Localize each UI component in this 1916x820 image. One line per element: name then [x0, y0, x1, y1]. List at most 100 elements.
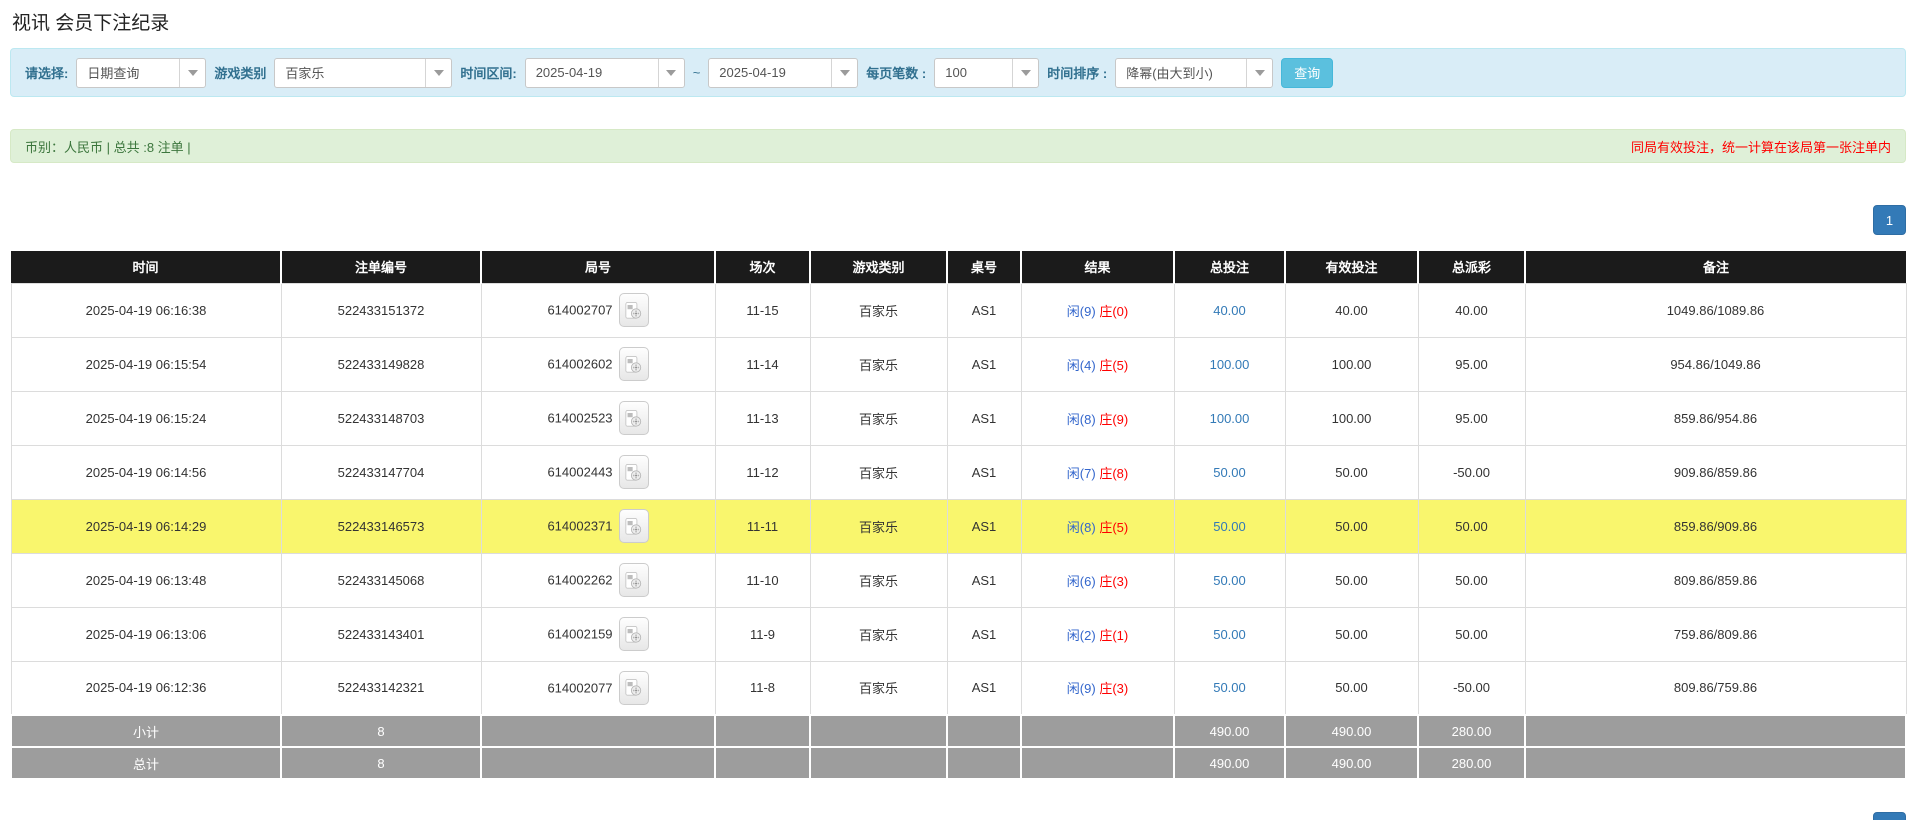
footer-empty	[715, 715, 810, 747]
cell-session: 11-8	[715, 661, 810, 715]
bet-record-row: 2025-04-19 06:16:38522433151372614002707…	[11, 283, 1906, 337]
footer-count: 8	[281, 747, 481, 779]
cell-bet-id: 522433147704	[281, 445, 481, 499]
cell-time: 2025-04-19 06:12:36	[11, 661, 281, 715]
cell-time: 2025-04-19 06:16:38	[11, 283, 281, 337]
result-player: 闲(4)	[1067, 358, 1096, 373]
page-1-button[interactable]: 1	[1873, 812, 1906, 820]
total-bet-link[interactable]: 100.00	[1210, 411, 1250, 426]
cell-payout: 50.00	[1418, 607, 1525, 661]
cell-session: 11-9	[715, 607, 810, 661]
result-banker: 庄(3)	[1099, 574, 1128, 589]
cell-payout: 50.00	[1418, 499, 1525, 553]
summary-row: 小计8490.00490.00280.00	[11, 715, 1906, 747]
cell-valid-bet: 50.00	[1285, 607, 1418, 661]
cell-remark: 1049.86/1089.86	[1525, 283, 1906, 337]
query-type-select[interactable]: 日期查询	[76, 58, 206, 88]
chevron-down-icon	[831, 59, 857, 87]
column-header: 备注	[1525, 251, 1906, 283]
video-icon	[625, 355, 642, 374]
table-body: 2025-04-19 06:16:38522433151372614002707…	[11, 283, 1906, 715]
cell-table-no: AS1	[947, 607, 1021, 661]
page-size-select[interactable]: 100	[934, 58, 1039, 88]
sort-select[interactable]: 降幂(由大到小)	[1115, 58, 1273, 88]
cell-round-id: 614002707	[481, 283, 715, 337]
sort-value: 降幂(由大到小)	[1116, 63, 1246, 82]
round-number: 614002707	[547, 303, 612, 318]
total-bet-link[interactable]: 50.00	[1213, 519, 1246, 534]
chevron-down-icon	[425, 59, 451, 87]
select-type-label: 请选择:	[25, 63, 68, 82]
video-replay-button[interactable]	[619, 401, 649, 435]
cell-total-bet: 50.00	[1174, 607, 1285, 661]
cell-time: 2025-04-19 06:14:29	[11, 499, 281, 553]
page-title: 视讯 会员下注纪录	[10, 6, 1906, 35]
time-range-label: 时间区间:	[460, 63, 516, 82]
video-replay-button[interactable]	[619, 347, 649, 381]
total-bet-link[interactable]: 50.00	[1213, 573, 1246, 588]
cell-result: 闲(2) 庄(1)	[1021, 607, 1174, 661]
cell-time: 2025-04-19 06:15:54	[11, 337, 281, 391]
date-from-select[interactable]: 2025-04-19	[525, 58, 685, 88]
cell-game-type: 百家乐	[810, 553, 947, 607]
round-number: 614002371	[547, 519, 612, 534]
cell-session: 11-11	[715, 499, 810, 553]
cell-time: 2025-04-19 06:13:06	[11, 607, 281, 661]
footer-valid-bet: 490.00	[1285, 747, 1418, 779]
date-to-select[interactable]: 2025-04-19	[708, 58, 858, 88]
bet-record-row: 2025-04-19 06:15:24522433148703614002523…	[11, 391, 1906, 445]
search-button[interactable]: 查询	[1281, 58, 1333, 88]
footer-empty	[810, 747, 947, 779]
range-separator: ~	[693, 65, 701, 80]
cell-total-bet: 50.00	[1174, 661, 1285, 715]
cell-round-id: 614002443	[481, 445, 715, 499]
cell-total-bet: 40.00	[1174, 283, 1285, 337]
video-replay-button[interactable]	[619, 509, 649, 543]
cell-bet-id: 522433142321	[281, 661, 481, 715]
video-replay-button[interactable]	[619, 617, 649, 651]
cell-table-no: AS1	[947, 391, 1021, 445]
summary-row: 总计8490.00490.00280.00	[11, 747, 1906, 779]
result-banker: 庄(1)	[1099, 628, 1128, 643]
summary-notice: 同局有效投注，统一计算在该局第一张注单内	[1631, 137, 1891, 156]
chevron-down-icon	[1012, 59, 1038, 87]
video-replay-button[interactable]	[619, 671, 649, 705]
column-header: 游戏类别	[810, 251, 947, 283]
page: 视讯 会员下注纪录 请选择: 日期查询 游戏类别 百家乐 时间区间: 2025-…	[0, 0, 1916, 820]
footer-empty	[481, 715, 715, 747]
total-bet-link[interactable]: 100.00	[1210, 357, 1250, 372]
cell-remark: 809.86/859.86	[1525, 553, 1906, 607]
game-type-select[interactable]: 百家乐	[274, 58, 452, 88]
result-player: 闲(7)	[1067, 466, 1096, 481]
total-bet-link[interactable]: 50.00	[1213, 680, 1246, 695]
cell-bet-id: 522433143401	[281, 607, 481, 661]
result-banker: 庄(3)	[1099, 681, 1128, 696]
video-replay-button[interactable]	[619, 563, 649, 597]
query-type-value: 日期查询	[77, 63, 179, 82]
cell-time: 2025-04-19 06:15:24	[11, 391, 281, 445]
footer-total-bet: 490.00	[1174, 747, 1285, 779]
footer-empty	[810, 715, 947, 747]
total-bet-link[interactable]: 50.00	[1213, 465, 1246, 480]
cell-table-no: AS1	[947, 499, 1021, 553]
total-bet-link[interactable]: 40.00	[1213, 303, 1246, 318]
cell-result: 闲(6) 庄(3)	[1021, 553, 1174, 607]
result-banker: 庄(9)	[1099, 412, 1128, 427]
page-1-button[interactable]: 1	[1873, 205, 1906, 235]
cell-round-id: 614002159	[481, 607, 715, 661]
cell-total-bet: 50.00	[1174, 499, 1285, 553]
cell-total-bet: 50.00	[1174, 445, 1285, 499]
cell-remark: 954.86/1049.86	[1525, 337, 1906, 391]
video-replay-button[interactable]	[619, 455, 649, 489]
game-type-value: 百家乐	[275, 63, 425, 82]
cell-round-id: 614002077	[481, 661, 715, 715]
cell-payout: -50.00	[1418, 661, 1525, 715]
cell-round-id: 614002523	[481, 391, 715, 445]
total-bet-link[interactable]: 50.00	[1213, 627, 1246, 642]
footer-empty	[715, 747, 810, 779]
cell-session: 11-10	[715, 553, 810, 607]
footer-label: 小计	[11, 715, 281, 747]
cell-game-type: 百家乐	[810, 499, 947, 553]
video-replay-button[interactable]	[619, 293, 649, 327]
table-header-row: 时间注单编号局号场次游戏类别桌号结果总投注有效投注总派彩备注	[11, 251, 1906, 283]
